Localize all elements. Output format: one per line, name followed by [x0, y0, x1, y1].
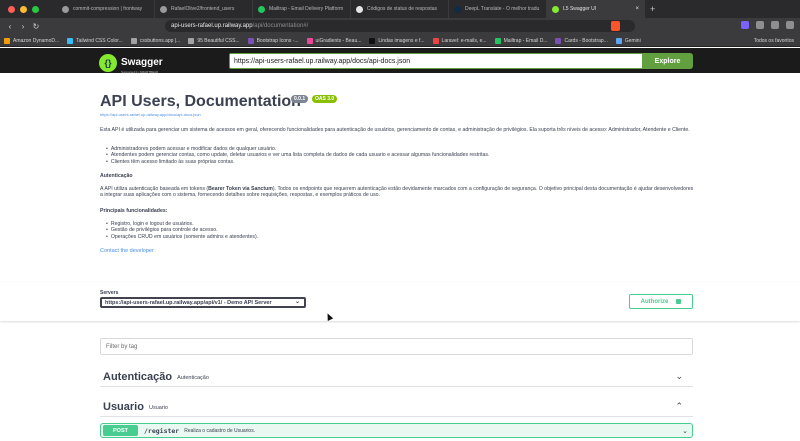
mailtrap-icon [258, 5, 265, 13]
schemes-section: Servers https://api-users-rafael.up.rail… [0, 282, 800, 321]
url-host: api-users-rafael.up.railway.app [171, 23, 253, 29]
brave-shield-icon[interactable] [611, 21, 620, 31]
reload-icon[interactable]: ↻ [30, 22, 42, 31]
browser-tab[interactable]: commit-compression | frontway [57, 0, 155, 18]
bookmark-favicon-icon [306, 37, 313, 44]
bookmark-favicon-icon [188, 37, 195, 44]
bookmark-favicon-icon [555, 37, 562, 44]
bookmark-favicon-icon [67, 37, 74, 44]
browser-tab-active[interactable]: L5 Swagger UI × [547, 0, 645, 18]
list-item: Operações CRUD em usuários (somente admi… [106, 234, 258, 240]
operation-summary: Realiza o cadastro de Usuarios. [184, 427, 256, 434]
oas-badge: OAS 3.0 [312, 95, 338, 103]
bookmarks-bar: Amazon DynamoD... Tailwind CSS Color... … [0, 35, 800, 47]
page-title: API Users, Documentation [100, 93, 301, 110]
chevron-down-icon: ⌄ [294, 299, 300, 305]
authorize-button[interactable]: Authorize [629, 294, 693, 309]
version-badge: 0.0.1 [291, 95, 309, 103]
all-bookmarks-link[interactable]: Todos os favoritos [754, 38, 794, 44]
tag-name: Autenticação [103, 370, 173, 383]
bookmark-favicon-icon [247, 37, 254, 44]
list-item: Clientes têm acesso limitado às suas pró… [106, 159, 489, 165]
forward-icon[interactable]: › [17, 22, 29, 31]
bookmark-item[interactable]: Bootstrap Icons ·... [247, 37, 299, 44]
bookmark-favicon-icon [494, 37, 501, 44]
tag-description: Autenticação [177, 374, 209, 381]
browser-tab[interactable]: DeepL Translate - O melhor tradu [449, 0, 547, 18]
spec-doc-link[interactable]: https://api-users-rafael.up.railway.app/… [100, 112, 201, 117]
auth-description: A API utiliza autenticação baseada em to… [100, 186, 694, 199]
bookmark-item[interactable]: Gemini [615, 37, 641, 44]
browser-tab-bar: commit-compression | frontway RafaelOliv… [0, 0, 800, 18]
chevron-up-icon[interactable]: ⌃ [675, 401, 683, 412]
url-path: /api/documentation#/ [252, 23, 309, 29]
maximize-window-button[interactable] [32, 5, 39, 13]
bookmark-favicon-icon [432, 37, 439, 44]
roles-list: Administradores podem acessar e modifica… [106, 146, 490, 165]
browser-toolbar: ‹ › ↻ api-users-rafael.up.railway.app/ap… [0, 18, 800, 35]
chevron-down-icon[interactable]: ⌄ [675, 371, 683, 382]
bookmark-favicon-icon [4, 37, 10, 44]
tag-description: Usuario [148, 404, 168, 411]
github-icon [62, 5, 69, 13]
swagger-logo[interactable]: {} Swagger Supported by SMARTBEAR [99, 52, 163, 74]
filter-input[interactable]: Filter by tag [100, 338, 693, 355]
bookmark-item[interactable]: Laravel: e-mails, e... [432, 37, 487, 44]
chevron-down-icon[interactable]: ⌄ [682, 427, 688, 435]
bookmark-favicon-icon [130, 37, 137, 44]
new-tab-icon[interactable]: + [650, 4, 655, 14]
method-badge: POST [103, 425, 138, 436]
github-icon [160, 5, 167, 13]
servers-label: Servers [100, 290, 119, 296]
list-item: Atendentes podem gerenciar contas, como … [106, 152, 490, 158]
mdn-icon [356, 5, 363, 13]
operation-post-register[interactable]: POST /register Realiza o cadastro de Usu… [100, 423, 693, 438]
bookmark-item[interactable]: Lindas imagens e f... [369, 37, 425, 44]
window-controls [8, 5, 39, 13]
features-heading: Principais funcionalidades: [100, 208, 168, 214]
tag-section-usuario[interactable]: Usuario Usuario ⌃ [100, 397, 693, 417]
extensions-icon[interactable] [756, 21, 764, 29]
bookmark-item[interactable]: Amazon DynamoD... [4, 37, 59, 44]
swagger-icon [552, 5, 559, 13]
operation-path: /register [144, 426, 180, 435]
explore-button[interactable]: Explore [642, 53, 693, 69]
bookmark-favicon-icon [615, 37, 622, 44]
profile-icon[interactable] [771, 21, 779, 29]
features-list: Registro, login e logout de usuários. Ge… [106, 221, 258, 240]
extension-icon[interactable] [741, 21, 749, 29]
deepl-icon [454, 5, 461, 13]
tag-section-autenticacao[interactable]: Autenticação Autenticação ⌄ [100, 367, 693, 387]
bookmark-item[interactable]: Mailtrap - Email D... [494, 37, 547, 44]
spec-url-input[interactable]: https://api-users-rafael.up.railway.app/… [229, 53, 643, 69]
bookmark-item[interactable]: uiGradients - Beau... [306, 37, 361, 44]
bookmark-item[interactable]: cssbuttons.app |... [130, 37, 180, 44]
contact-link[interactable]: Contact the developer [100, 248, 154, 254]
browser-tab[interactable]: Mailtrap - Email Delivery Platform [253, 0, 351, 18]
swagger-logo-sub: Supported by SMARTBEAR [121, 70, 159, 74]
browser-tab[interactable]: Códigos de status de respostas [351, 0, 449, 18]
close-window-button[interactable] [8, 5, 15, 13]
address-bar[interactable]: api-users-rafael.up.railway.app/api/docu… [165, 20, 635, 32]
auth-heading: Autenticação [100, 173, 133, 179]
bookmark-item[interactable]: Tailwind CSS Color... [67, 37, 123, 44]
swagger-logo-text: Swagger [121, 57, 163, 68]
server-select[interactable]: https://api-users-rafael.up.railway.app/… [100, 297, 306, 308]
back-icon[interactable]: ‹ [4, 22, 16, 31]
swagger-logo-icon: {} [99, 54, 117, 72]
tag-name: Usuario [103, 400, 144, 413]
bookmark-favicon-icon [369, 37, 376, 44]
lock-icon [676, 299, 682, 304]
swagger-topbar: {} Swagger Supported by SMARTBEAR https:… [0, 48, 800, 74]
minimize-window-button[interactable] [20, 5, 27, 13]
close-tab-icon[interactable]: × [635, 6, 639, 12]
api-intro: Esta API é utilizada para gerenciar um s… [100, 127, 690, 133]
browser-tab[interactable]: RafaelOlive2/frontend_users [155, 0, 253, 18]
bookmark-item[interactable]: Cards - Bootstrap... [555, 37, 608, 44]
menu-icon[interactable] [786, 21, 794, 29]
bookmark-item[interactable]: 95 Beautiful CSS... [188, 37, 240, 44]
